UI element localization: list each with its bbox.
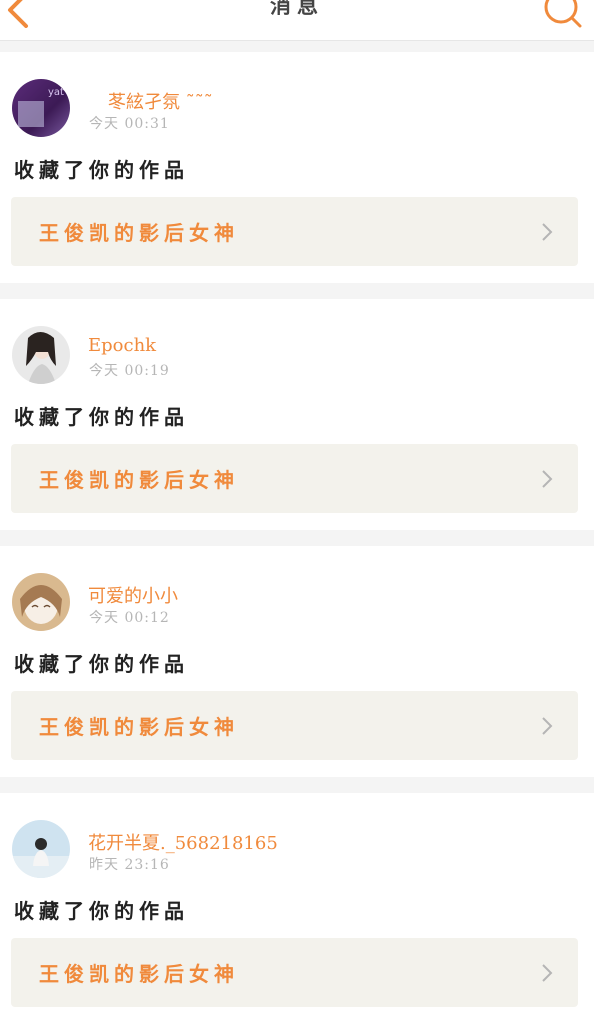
avatar[interactable]: [12, 326, 70, 384]
work-link[interactable]: 王俊凯的影后女神: [11, 444, 578, 513]
work-link[interactable]: 王俊凯的影后女神: [11, 938, 578, 1007]
username[interactable]: 花开半夏._568218165: [88, 829, 278, 855]
top-nav-bar: 消息: [0, 0, 594, 41]
message-card: yat 苳絃孑氛 ˜˜˜ 今天 00:31 收藏了你的作品 王俊凯的影后女神: [0, 52, 594, 283]
timestamp: 今天 00:31: [89, 116, 170, 132]
action-text: 收藏了你的作品: [14, 899, 189, 923]
timestamp: 今天 00:12: [89, 610, 170, 626]
chevron-right-icon: [542, 223, 553, 241]
page-title: 消息: [270, 0, 324, 18]
message-card: Epochk 今天 00:19 收藏了你的作品 王俊凯的影后女神: [0, 299, 594, 530]
message-card: 可爱的小小 今天 00:12 收藏了你的作品 王俊凯的影后女神: [0, 546, 594, 777]
timestamp: 昨天 23:16: [89, 857, 170, 873]
avatar[interactable]: [12, 820, 70, 878]
work-link[interactable]: 王俊凯的影后女神: [11, 691, 578, 760]
work-title: 王俊凯的影后女神: [39, 221, 239, 245]
work-title: 王俊凯的影后女神: [39, 715, 239, 739]
messages-screen: 消息 yat 苳絃孑氛 ˜˜˜ 今天 00:31 收藏了你的作品 王俊凯的影后女…: [0, 0, 594, 1024]
avatar[interactable]: [12, 573, 70, 631]
chevron-right-icon: [542, 717, 553, 735]
action-text: 收藏了你的作品: [14, 652, 189, 676]
chevron-right-icon: [542, 964, 553, 982]
search-button[interactable]: [542, 0, 584, 28]
work-link[interactable]: 王俊凯的影后女神: [11, 197, 578, 266]
action-text: 收藏了你的作品: [14, 158, 189, 182]
timestamp: 今天 00:19: [89, 363, 170, 379]
work-title: 王俊凯的影后女神: [39, 962, 239, 986]
action-text: 收藏了你的作品: [14, 405, 189, 429]
svg-text:yat: yat: [48, 87, 64, 98]
chevron-right-icon: [542, 470, 553, 488]
search-icon: [544, 0, 582, 28]
avatar[interactable]: yat: [12, 79, 70, 137]
username[interactable]: 可爱的小小: [88, 582, 178, 608]
message-card: 花开半夏._568218165 昨天 23:16 收藏了你的作品 王俊凯的影后女…: [0, 793, 594, 1024]
username[interactable]: Epochk: [88, 335, 156, 356]
work-title: 王俊凯的影后女神: [39, 468, 239, 492]
username[interactable]: 苳絃孑氛 ˜˜˜: [108, 88, 213, 114]
